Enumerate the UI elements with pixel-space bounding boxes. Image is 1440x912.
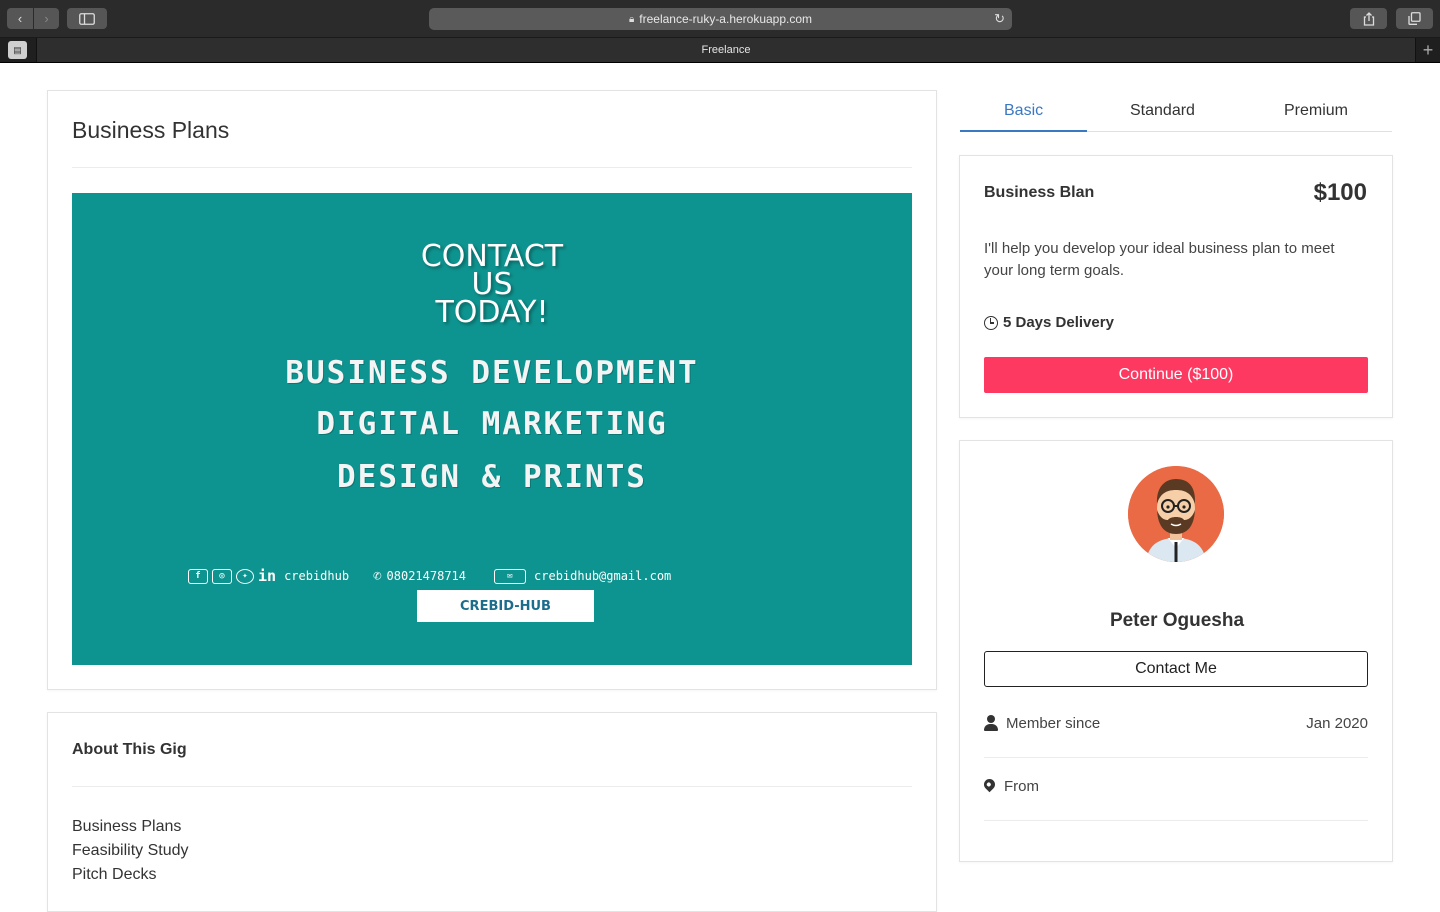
package-name: Business Blan [984,184,1095,201]
gig-banner-image: CONTACT US TODAY! BUSINESS DEVELOPMENT D… [72,193,912,665]
url-text: freelance-ruky-a.herokuapp.com [639,12,813,26]
banner-phone: 08021478714 [386,569,467,583]
banner-service-line: BUSINESS DEVELOPMENT [285,355,699,391]
gig-title: Business Plans [72,117,230,143]
user-icon [984,715,998,731]
location-row: From [981,774,1368,798]
divider [72,167,912,168]
map-pin-icon [981,776,998,792]
member-since-value: Jan 2020 [1306,714,1368,732]
linkedin-icon: in [258,567,277,585]
clock-icon [984,315,998,330]
chevron-left-icon: ‹ [17,11,23,26]
package-price: $100 [1313,179,1367,206]
avatar [1128,466,1224,562]
delivery-time: 5 Days Delivery [984,314,1114,331]
twitter-icon: ✦ [236,568,254,584]
tab-standard[interactable]: Standard [1130,102,1195,120]
share-icon [1363,11,1374,26]
browser-tab-freelance[interactable]: Freelance [36,38,1416,62]
banner-service-line: DIGITAL MARKETING [316,406,668,442]
instagram-icon: ◎ [212,568,232,584]
share-button[interactable] [1350,8,1387,29]
active-tab-indicator [960,130,1087,132]
about-title: About This Gig [72,741,187,758]
delivery-text: 5 Days Delivery [1003,314,1114,331]
browser-toolbar: ‹ › 🔒︎ freelance-ruky-a.herokuapp.com ↻ [0,0,1440,38]
continue-button[interactable]: Continue ($100) [984,357,1368,393]
tabs-icon [1408,12,1421,25]
sidebar-icon [79,12,95,25]
banner-email: crebidhub@gmail.com [534,569,672,583]
list-item: Business Plans [72,818,182,835]
about-card: About This Gig Business Plans Feasibilit… [47,712,937,912]
from-label: From [1004,777,1039,795]
mail-icon: ✉ [494,568,527,584]
new-tab-icon[interactable]: + [1418,40,1438,60]
member-since-label: Member since [1006,714,1101,732]
banner-social-handle: crebidhub [284,569,350,583]
sidebar-toggle-button[interactable] [67,8,107,29]
list-item: Pitch Decks [72,866,157,883]
tab-basic[interactable]: Basic [1004,102,1043,120]
crebid-hub-logo: CREBID-HUB [417,590,594,622]
seller-avatar-illustration [1128,466,1224,562]
chevron-right-icon: › [44,11,49,26]
list-item: Feasibility Study [72,842,189,859]
package-card: Business Blan $100 I'll help you develop… [959,155,1393,418]
lock-icon: 🔒︎ [628,13,635,25]
gig-card: Business Plans CONTACT US TODAY! BUSINES… [47,90,937,690]
package-description: I'll help you develop your ideal busines… [984,240,1335,279]
banner-headline-line: TODAY! [435,295,549,330]
package-tabs: Basic Standard Premium [960,90,1392,132]
contact-me-button[interactable]: Contact Me [984,651,1368,687]
whatsapp-icon: ✆ [373,568,382,584]
pinned-tab-icon[interactable]: ▤ [8,41,27,59]
facebook-icon: f [188,568,208,584]
seller-card: Peter Oguesha Contact Me Member since Ja… [959,440,1393,862]
tab-premium[interactable]: Premium [1284,102,1348,120]
divider [72,786,912,787]
address-bar[interactable]: 🔒︎ freelance-ruky-a.herokuapp.com ↻ [429,8,1012,30]
about-list: Business Plans Feasibility Study Pitch D… [72,815,189,887]
back-button[interactable]: ‹ [7,8,33,29]
tab-overview-button[interactable] [1396,8,1433,29]
seller-name: Peter Oguesha [1109,610,1245,631]
banner-contact-row: f ◎ ✦ in crebidhub ✆ 08021478714 ✉ crebi… [188,566,808,586]
reload-icon[interactable]: ↻ [994,11,1005,27]
member-since-row: Member since Jan 2020 [984,711,1368,735]
tab-bar: ▤ Freelance + [0,38,1440,63]
forward-button[interactable]: › [34,8,59,29]
tab-title: Freelance [701,44,751,56]
divider [984,757,1368,758]
banner-service-line: DESIGN & PRINTS [337,459,647,495]
divider [984,820,1368,821]
logo-text: CREBID-HUB [460,598,551,614]
